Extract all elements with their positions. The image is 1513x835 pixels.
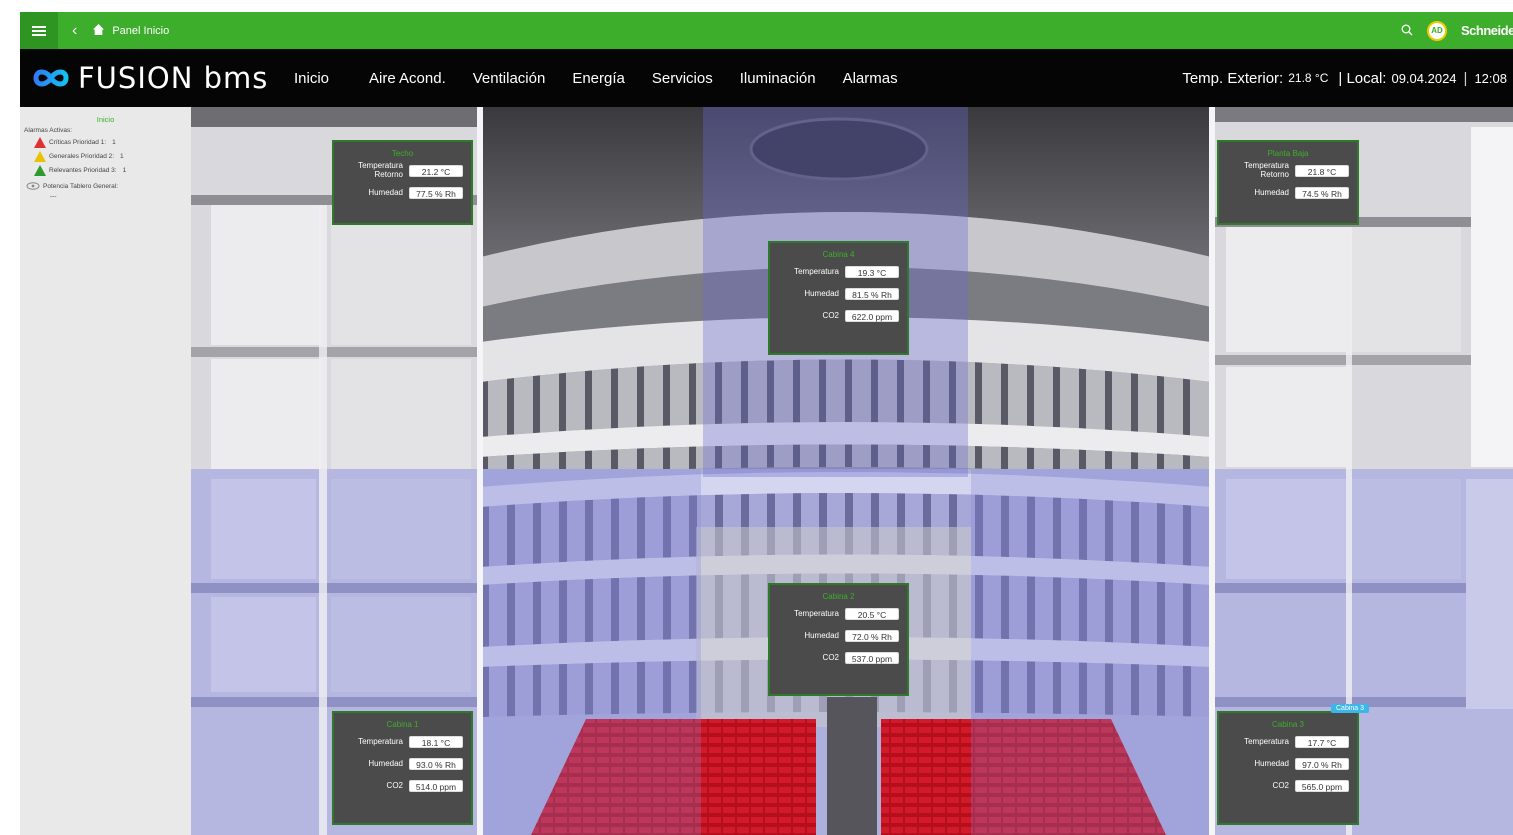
humidity-label: Humedad: [1254, 187, 1289, 197]
nav-energia[interactable]: Energía: [572, 70, 625, 87]
zone-panel-techo[interactable]: Techo Temperatura Retorno 21.2 °C Humedad…: [332, 140, 473, 225]
zone-title: Cabina 3: [1271, 720, 1305, 729]
alarm-critical-count: 1: [112, 139, 116, 146]
temp-label: Temperatura Retorno: [1244, 161, 1289, 179]
zone-title: Techo: [391, 149, 414, 158]
zone-panel-cabina-4[interactable]: Cabina 4 Temperatura 19.3 °C Humedad 81.5 …: [768, 241, 909, 355]
menu-icon[interactable]: [20, 12, 58, 49]
main-nav: FUSION bms Inicio Aire Acond. Ventilació…: [20, 49, 1513, 107]
temp-exterior-label: Temp. Exterior:: [1182, 69, 1284, 87]
sidebar: Inicio Alarmas Activas: Críticas Priorid…: [20, 107, 191, 835]
breadcrumb[interactable]: Panel Inicio: [112, 25, 169, 37]
fusion-bms-logo[interactable]: FUSION bms: [32, 61, 294, 95]
alarm-row-critical[interactable]: Críticas Prioridad 1: 1: [24, 137, 187, 148]
eye-icon: [26, 182, 40, 190]
temp-label: Temperatura: [794, 608, 839, 618]
alarm-general-label: Generales Prioridad 2:: [49, 153, 115, 160]
humidity-label: Humedad: [804, 288, 839, 298]
zone-title: Planta Baja: [1267, 149, 1309, 158]
co2-label: CO2: [386, 780, 403, 790]
temp-value: 21.8 °C: [1295, 165, 1349, 177]
temp-exterior-value: 21.8 °C: [1288, 71, 1329, 85]
alarm-critical-icon: [34, 137, 46, 148]
power-label: Potencia Tablero General:: [43, 182, 119, 190]
local-label: | Local:: [1338, 69, 1387, 87]
humidity-label: Humedad: [368, 187, 403, 197]
co2-label: CO2: [822, 310, 839, 320]
humidity-value: 72.0 % Rh: [845, 630, 899, 642]
co2-value: 622.0 ppm: [845, 310, 899, 322]
zone-title: Cabina 1: [386, 720, 419, 729]
temp-label: Temperatura: [794, 266, 839, 276]
alarm-relevant-count: 1: [122, 167, 127, 174]
alarm-relevant-icon: [34, 165, 46, 176]
humidity-value: 93.0 % Rh: [409, 758, 463, 770]
zone-panel-planta-baja[interactable]: Planta Baja Temperatura Retorno 21.8 °C H…: [1217, 140, 1359, 225]
co2-value: 565.0 ppm: [1295, 780, 1349, 792]
time-value: 12:08: [1474, 70, 1507, 86]
chevron-left-icon[interactable]: ‹: [72, 22, 77, 40]
avatar[interactable]: AD: [1427, 20, 1447, 41]
logo-text: FUSION bms: [78, 61, 269, 95]
zone-title: Cabina 2: [822, 592, 855, 601]
alarm-general-count: 1: [120, 153, 124, 160]
alarm-row-relevant[interactable]: Relevantes Prioridad 3: 1: [24, 165, 187, 176]
alarm-critical-label: Críticas Prioridad 1:: [49, 139, 107, 146]
alarm-general-icon: [34, 151, 46, 162]
alarms-label: Alarmas Activas:: [24, 127, 73, 134]
humidity-label: Humedad: [804, 630, 839, 640]
temp-value: 20.5 °C: [845, 608, 899, 620]
power-row[interactable]: Potencia Tablero General:: [24, 182, 187, 190]
logo-icon: [33, 69, 69, 87]
co2-label: CO2: [1272, 780, 1289, 790]
zone-panel-cabina-2[interactable]: Cabina 2 Temperatura 20.5 °C Humedad 72.0 …: [768, 583, 909, 696]
date-value: 09.04.2024: [1391, 70, 1457, 86]
power-value: ---: [50, 193, 57, 200]
temp-value: 17.7 °C: [1295, 736, 1349, 748]
status-info: Temp. Exterior: 21.8 °C | Local: 09.04.2…: [1182, 70, 1513, 87]
humidity-label: Humedad: [1254, 758, 1289, 768]
humidity-value: 81.5 % Rh: [845, 288, 899, 300]
zone-panel-cabina-3[interactable]: Cabina 3 Temperatura 17.7 °C Humedad 97.0 …: [1217, 711, 1359, 825]
search-icon[interactable]: [1401, 23, 1413, 39]
co2-value: 514.0 ppm: [409, 780, 463, 792]
temp-label: Temperatura: [358, 736, 403, 746]
separator: |: [1463, 69, 1468, 87]
temp-label: Temperatura: [1244, 736, 1289, 746]
humidity-label: Humedad: [368, 758, 403, 768]
brand-logo: Schneider: [1461, 24, 1513, 37]
alarm-relevant-label: Relevantes Prioridad 3:: [49, 167, 117, 174]
temp-value: 21.2 °C: [409, 165, 463, 177]
co2-label: CO2: [822, 652, 839, 662]
nav-servicios[interactable]: Servicios: [652, 70, 713, 87]
nav-inicio[interactable]: Inicio: [294, 70, 329, 87]
zone-title: Cabina 4: [822, 250, 855, 259]
temp-value: 19.3 °C: [845, 266, 899, 278]
nav-alarmas[interactable]: Alarmas: [843, 70, 898, 87]
humidity-value: 74.5 % Rh: [1295, 187, 1349, 199]
nav-aire-acond[interactable]: Aire Acond.: [369, 70, 446, 87]
top-bar: ‹ Panel Inicio AD Schneider: [20, 12, 1513, 49]
theater-3d-view: Techo Temperatura Retorno 21.2 °C Humedad…: [191, 107, 1513, 835]
temp-value: 18.1 °C: [409, 736, 463, 748]
nav-ventilacion[interactable]: Ventilación: [473, 70, 546, 87]
zone-panel-cabina-1[interactable]: Cabina 1 Temperatura 18.1 °C Humedad 93.0 …: [332, 711, 473, 825]
cabina-3-tooltip: Cabina 3: [1331, 704, 1370, 713]
nav-iluminacion[interactable]: Iluminación: [740, 70, 816, 87]
temp-label: Temperatura Retorno: [358, 161, 403, 179]
home-icon[interactable]: [93, 23, 105, 38]
humidity-value: 97.0 % Rh: [1295, 758, 1349, 770]
alarm-row-general[interactable]: Generales Prioridad 2: 1: [24, 151, 187, 162]
humidity-value: 77.5 % Rh: [409, 187, 463, 199]
sidebar-title[interactable]: Inicio: [24, 115, 187, 124]
co2-value: 537.0 ppm: [845, 652, 899, 664]
